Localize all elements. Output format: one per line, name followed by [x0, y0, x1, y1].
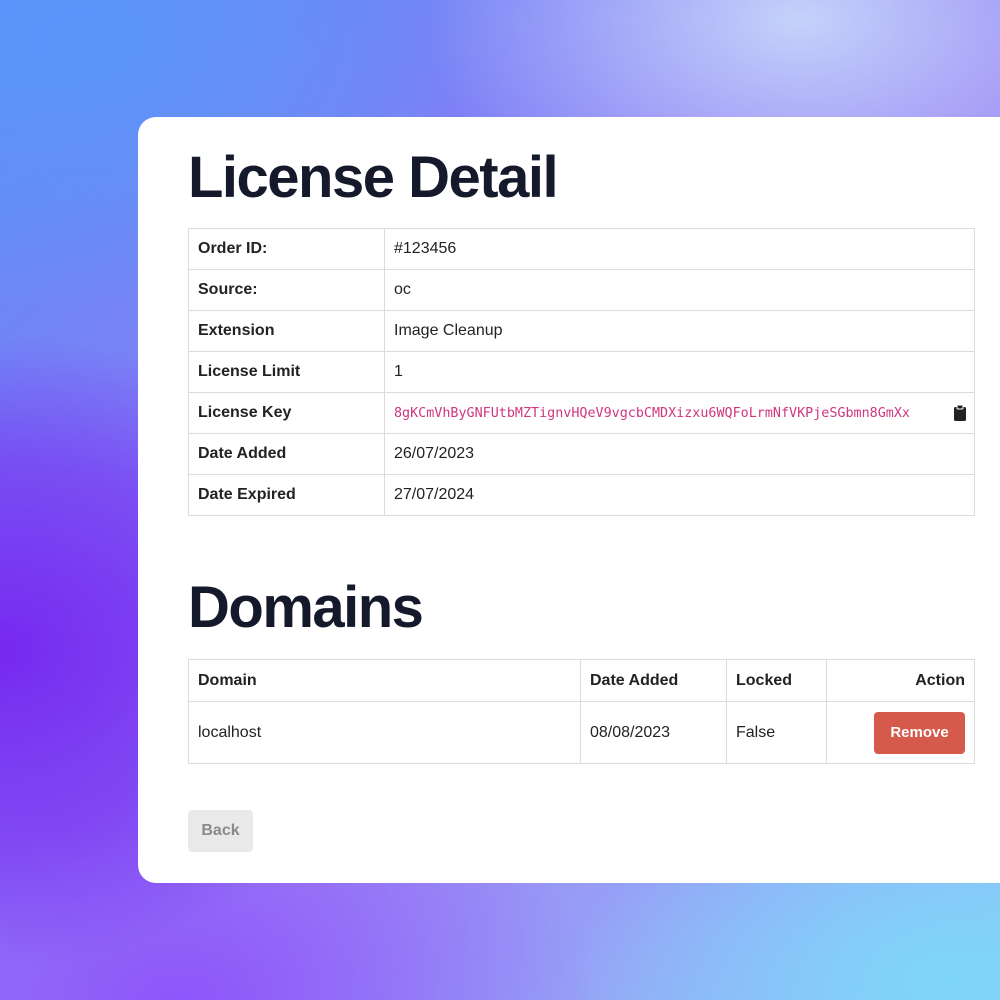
license-key-label: License Key [188, 392, 385, 434]
table-row-source: Source: oc [188, 269, 975, 311]
domain-action-cell: Remove [826, 701, 975, 764]
table-row-license-key: License Key 8gKCmVhByGNFUtbMZTignvHQeV9v… [188, 392, 975, 434]
domains-table: Domain Date Added Locked Action localhos… [188, 659, 975, 764]
extension-label: Extension [188, 310, 385, 352]
license-detail-table: Order ID: #123456 Source: oc Extension I… [188, 228, 975, 516]
domains-header-row: Domain Date Added Locked Action [188, 659, 975, 702]
back-button[interactable]: Back [188, 810, 253, 852]
order-id-label: Order ID: [188, 228, 385, 270]
order-id-value: #123456 [384, 228, 975, 270]
table-row-date-expired: Date Expired 27/07/2024 [188, 474, 975, 516]
date-added-column-header: Date Added [580, 659, 727, 702]
domain-locked-cell: False [726, 701, 827, 764]
domains-title: Domains [188, 575, 424, 640]
source-value: oc [384, 269, 975, 311]
license-limit-value: 1 [384, 351, 975, 393]
remove-button[interactable]: Remove [874, 711, 965, 754]
table-row-extension: Extension Image Cleanup [188, 310, 975, 352]
source-label: Source: [188, 269, 385, 311]
license-limit-label: License Limit [188, 351, 385, 393]
license-key-value[interactable]: 8gKCmVhByGNFUtbMZTignvHQeV9vgcbCMDXizxu6… [394, 406, 910, 421]
domain-cell: localhost [188, 701, 581, 764]
date-expired-value: 27/07/2024 [384, 474, 975, 516]
license-key-cell: 8gKCmVhByGNFUtbMZTignvHQeV9vgcbCMDXizxu6… [384, 392, 975, 434]
table-row: localhost 08/08/2023 False Remove [188, 701, 975, 764]
domain-column-header: Domain [188, 659, 581, 702]
page-title: License Detail [188, 145, 559, 210]
license-detail-card: License Detail Order ID: #123456 Source:… [138, 117, 1000, 883]
extension-value: Image Cleanup [384, 310, 975, 352]
action-column-header: Action [826, 659, 975, 702]
table-row-order-id: Order ID: #123456 [188, 228, 975, 270]
table-row-license-limit: License Limit 1 [188, 351, 975, 393]
table-row-date-added: Date Added 26/07/2023 [188, 433, 975, 475]
date-expired-label: Date Expired [188, 474, 385, 516]
domain-date-added-cell: 08/08/2023 [580, 701, 727, 764]
date-added-value: 26/07/2023 [384, 433, 975, 475]
clipboard-icon[interactable] [954, 404, 966, 421]
locked-column-header: Locked [726, 659, 827, 702]
date-added-label: Date Added [188, 433, 385, 475]
